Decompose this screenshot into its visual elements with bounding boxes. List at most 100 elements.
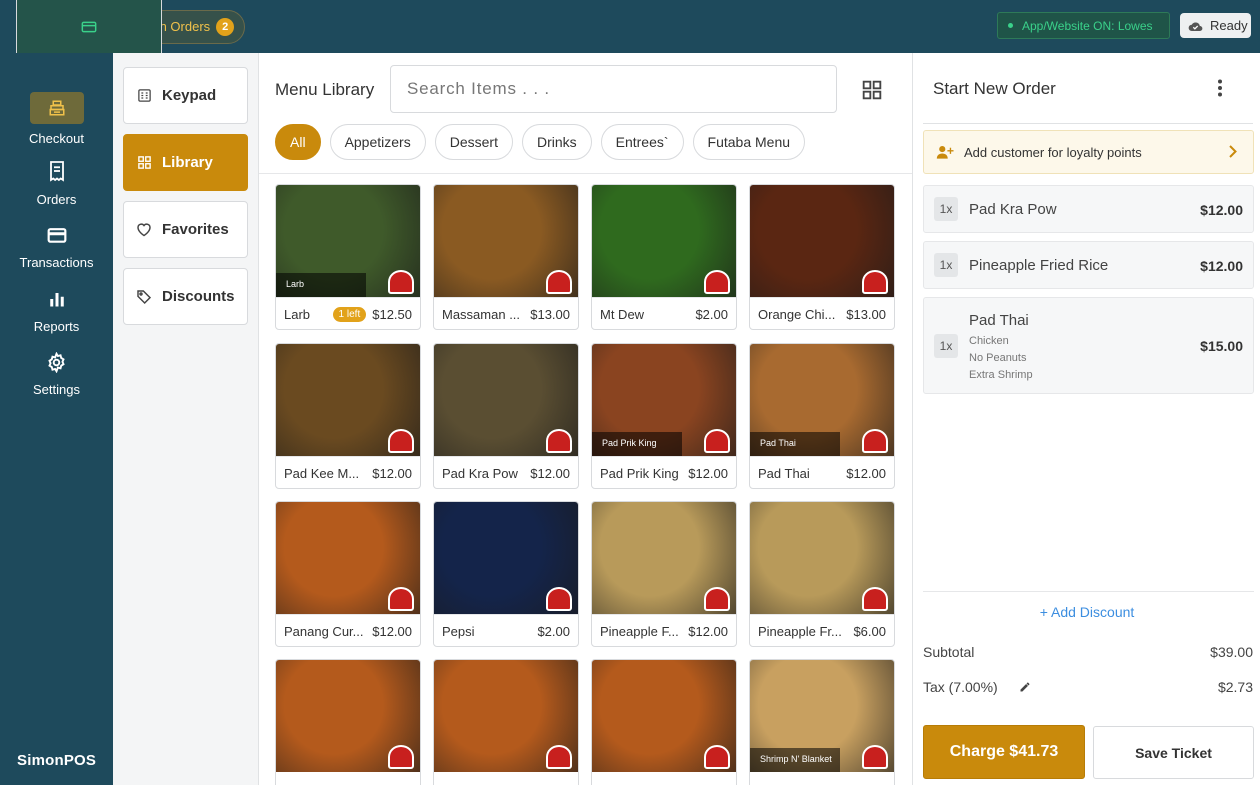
menu-item-card[interactable]: Pad Kra Pow $12.00: [433, 343, 579, 489]
order-line-item[interactable]: 1x Pineapple Fried Rice $12.00: [923, 241, 1254, 289]
menu-item-card[interactable]: Orange Chi... $13.00: [749, 184, 895, 330]
library-mode-column: Keypad Library Favorites Discounts: [113, 53, 259, 785]
brand-badge-icon: [546, 587, 572, 611]
item-price: $13.00: [846, 307, 886, 322]
quantity-badge: 1x: [934, 253, 958, 277]
menu-item-card[interactable]: Pineapple F... $12.00: [591, 501, 737, 647]
nav-transactions[interactable]: Transactions: [0, 223, 113, 270]
keypad-icon: [135, 87, 153, 105]
line-item-name: Pad Thai: [969, 312, 1029, 329]
item-price: $12.00: [846, 466, 886, 481]
order-panel: Start New Order Add customer for loyalty…: [912, 53, 1260, 785]
charge-button[interactable]: Charge $41.73: [923, 725, 1085, 779]
menu-item-card[interactable]: Panang Cur... $12.00: [275, 501, 421, 647]
brand-badge-icon: [546, 429, 572, 453]
nav-checkout[interactable]: Checkout: [0, 92, 113, 146]
app-website-status[interactable]: App/Website ON: Lowes: [997, 12, 1170, 39]
line-item-name: Pineapple Fried Rice: [969, 257, 1109, 274]
menu-item-card[interactable]: Pad Kee M... $12.00: [275, 343, 421, 489]
add-customer-button[interactable]: Add customer for loyalty points: [923, 130, 1254, 174]
filter-chip[interactable]: Dessert: [434, 124, 513, 160]
item-image: [434, 185, 578, 297]
item-price: $12.00: [688, 624, 728, 639]
item-name: Mt Dew: [600, 307, 645, 322]
grid-view-toggle[interactable]: [862, 80, 882, 105]
item-name: Larb: [284, 307, 311, 322]
modifier: Extra Shrimp: [969, 369, 1033, 381]
nav-orders[interactable]: Orders: [0, 157, 113, 207]
keypad-button[interactable]: Keypad: [123, 67, 248, 124]
menu-item-card[interactable]: Pepsi $2.00: [433, 501, 579, 647]
order-menu-button[interactable]: [1217, 79, 1223, 102]
menu-item-card[interactable]: Larb Larb 1 left $12.50: [275, 184, 421, 330]
divider: [923, 123, 1253, 124]
menu-item-card[interactable]: [275, 659, 421, 785]
filter-chip[interactable]: All: [275, 124, 321, 160]
favorites-button[interactable]: Favorites: [123, 201, 248, 258]
item-price: $13.00: [530, 307, 570, 322]
item-name: Pineapple Fr...: [758, 624, 842, 639]
filter-chip[interactable]: Drinks: [521, 124, 592, 160]
item-name: Pad Thai: [758, 466, 810, 481]
menu-item-card[interactable]: [433, 659, 579, 785]
app-status-label: App/Website ON: Lowes: [1022, 18, 1153, 33]
menu-item-card[interactable]: [591, 659, 737, 785]
nav-settings[interactable]: Settings: [0, 350, 113, 397]
save-ticket-button[interactable]: Save Ticket: [1093, 726, 1254, 779]
item-price: $12.00: [372, 466, 412, 481]
menu-item-card[interactable]: Pad Prik King Pad Prik King $12.00: [591, 343, 737, 489]
item-name: Pineapple F...: [600, 624, 679, 639]
brand-badge-icon: [704, 429, 730, 453]
menu-library: Menu Library All Appetizers Dessert Drin…: [259, 53, 912, 785]
order-line-item[interactable]: 1x Pad Kra Pow $12.00: [923, 185, 1254, 233]
item-name: Pad Kee M...: [284, 466, 360, 481]
card-icon: [81, 21, 97, 32]
library-label: Library: [162, 154, 213, 171]
bar-chart-icon: [48, 287, 66, 311]
edit-tax-button[interactable]: [1019, 680, 1031, 698]
item-image: [434, 502, 578, 614]
menu-item-card[interactable]: Mt Dew $2.00: [591, 184, 737, 330]
order-title: Start New Order: [933, 79, 1056, 98]
item-name: Pad Prik King: [600, 466, 679, 481]
grid-icon: [862, 80, 882, 100]
heart-icon: [135, 221, 153, 239]
cloud-check-icon: [1188, 21, 1203, 31]
nav-reports[interactable]: Reports: [0, 287, 113, 334]
item-image: [750, 502, 894, 614]
nav-label: Reports: [33, 319, 80, 334]
filter-chip[interactable]: Entrees`: [600, 124, 684, 160]
order-line-item[interactable]: 1x Pad Thai Chicken No Peanuts Extra Shr…: [923, 297, 1254, 394]
item-name: Orange Chi...: [758, 307, 836, 322]
item-price: $2.00: [695, 307, 728, 322]
nav-label: Transactions: [19, 255, 94, 270]
page-title: Menu Library: [275, 80, 375, 99]
brand-badge-icon: [388, 270, 414, 294]
nav-label: Settings: [33, 382, 80, 397]
filter-chip[interactable]: Futaba Menu: [692, 124, 806, 160]
item-name: Pad Kra Pow: [442, 466, 518, 481]
tax-label: Tax (7.00%): [923, 679, 998, 695]
receipt-icon: [48, 157, 66, 184]
library-button[interactable]: Library: [123, 134, 248, 191]
menu-item-card[interactable]: Pad Thai Pad Thai $12.00: [749, 343, 895, 489]
line-item-price: $12.00: [1200, 258, 1243, 274]
menu-item-card[interactable]: Massaman ... $13.00: [433, 184, 579, 330]
menu-item-card[interactable]: Pineapple Fr... $6.00: [749, 501, 895, 647]
brand-badge-icon: [704, 270, 730, 294]
search-input[interactable]: [390, 65, 837, 113]
brand-badge-icon: [388, 429, 414, 453]
pencil-icon: [1020, 682, 1030, 692]
item-image: [434, 660, 578, 772]
favorites-label: Favorites: [162, 221, 229, 238]
discounts-button[interactable]: Discounts: [123, 268, 248, 325]
nav-label: Orders: [36, 192, 77, 207]
menu-item-card[interactable]: Shrimp N' Blanket: [749, 659, 895, 785]
sync-status-button[interactable]: Ready: [1180, 13, 1251, 38]
brand-badge-icon: [704, 587, 730, 611]
filter-chip[interactable]: Appetizers: [329, 124, 426, 160]
add-discount-link[interactable]: + Add Discount: [913, 604, 1260, 620]
item-image: [592, 185, 736, 297]
loyalty-label: Add customer for loyalty points: [964, 144, 1142, 160]
item-name: Massaman ...: [442, 307, 521, 322]
